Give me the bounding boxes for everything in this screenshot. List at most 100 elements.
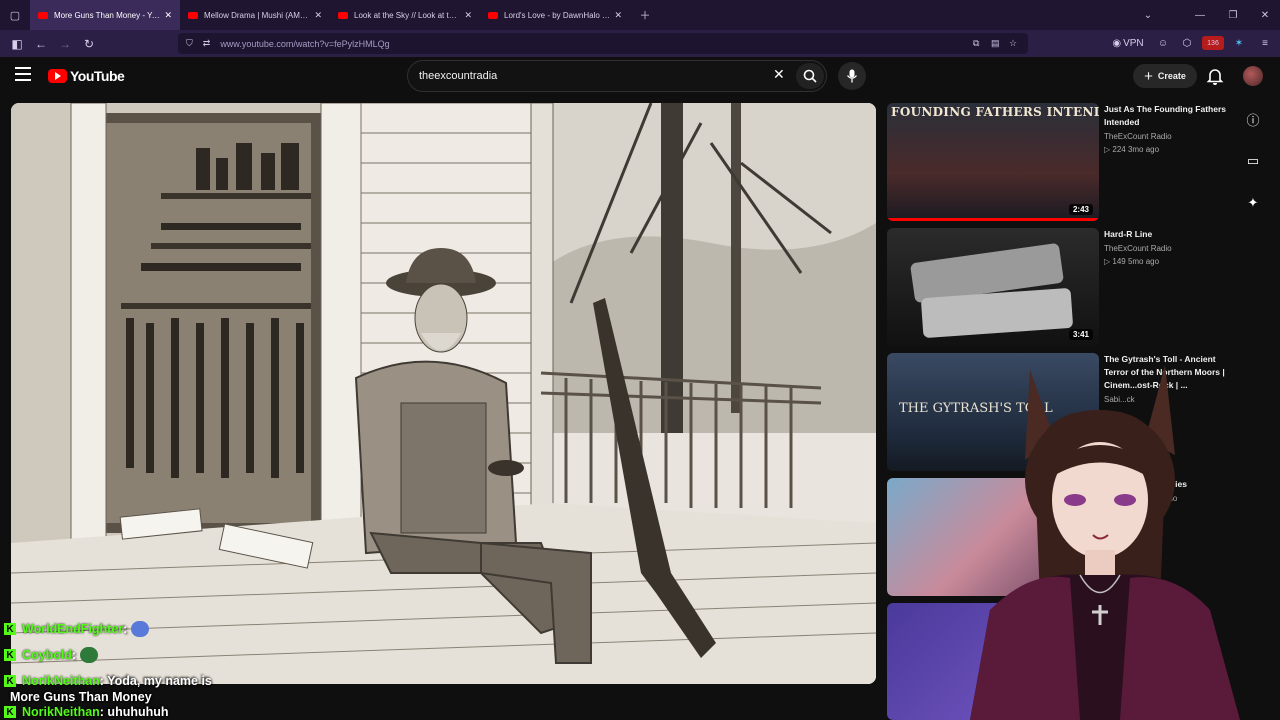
new-tab-icon[interactable]: ＋ — [630, 0, 660, 30]
duration-badge: 2:43 — [1068, 204, 1093, 215]
close-tab-icon[interactable]: ✕ — [314, 10, 322, 21]
chat-message: K NorikNeithan : uhuhuhuh — [0, 704, 300, 720]
browser-nav-bar: ◧ ← → ↻ ⛉ ⇄ www.youtube.com/watch?v=fePy… — [0, 30, 1280, 57]
chat-text: More Guns Than Money — [10, 690, 152, 704]
recommendation-channel: TheExCount Radio — [1104, 132, 1172, 141]
recommendation-title: Hard-R Line — [1104, 229, 1153, 239]
notification-badge[interactable]: 136 — [1202, 36, 1224, 50]
recommendation-meta[interactable]: Just As The Founding Fathers Intended Th… — [1104, 103, 1234, 156]
url-text: www.youtube.com/watch?v=fePylzHMLQg — [220, 38, 390, 49]
search-input[interactable]: theexcountradia — [407, 60, 827, 92]
chat-username: NorikNeithan — [22, 705, 100, 719]
address-bar[interactable]: ⛉ ⇄ www.youtube.com/watch?v=fePylzHMLQg … — [178, 33, 1028, 54]
menu-icon[interactable]: ≡ — [1256, 30, 1274, 57]
tab-title: Look at the Sky // Look at the S — [354, 10, 461, 20]
screenshot-icon[interactable]: ⧉ — [973, 38, 979, 49]
kick-badge-icon: K — [4, 623, 16, 635]
vpn-icon: ◉ — [1112, 38, 1122, 49]
ask-sparkle-icon[interactable]: ✦ — [1244, 194, 1262, 212]
site-settings-icon[interactable]: ⇄ — [203, 38, 211, 49]
hamburger-menu-icon[interactable] — [15, 67, 31, 81]
comments-icon[interactable]: ▭ — [1244, 152, 1262, 170]
close-tab-icon[interactable]: ✕ — [164, 10, 172, 21]
microphone-icon — [846, 69, 858, 83]
voice-search-button[interactable] — [838, 62, 866, 90]
account-icon[interactable]: ☺ — [1154, 30, 1172, 57]
shield-icon: ⛉ — [186, 38, 193, 48]
vpn-button[interactable]: ◉ VPN — [1110, 30, 1146, 57]
tab-title: More Guns Than Money - YouTube — [54, 10, 161, 20]
emote-icon — [80, 647, 99, 663]
recommendation-title: Just As The Founding Fathers Intended — [1104, 104, 1226, 127]
stream-chat-overlay: K WorldEndFighter : K Coybold : K NorikN… — [0, 616, 300, 720]
recommendation-channel: TheExCount Radio — [1104, 244, 1172, 253]
video-player[interactable] — [11, 103, 876, 684]
minimize-icon[interactable]: — — [1183, 0, 1217, 30]
chat-username: NorikNeithan — [22, 674, 100, 688]
kick-badge-icon: K — [4, 649, 16, 661]
youtube-play-logo-icon — [48, 69, 67, 83]
vtuber-avatar-overlay — [970, 365, 1240, 720]
chat-message: K Coybold : — [0, 642, 300, 668]
tab-list-chevron-icon[interactable]: ⌄ — [1131, 0, 1165, 30]
notifications-bell-icon[interactable] — [1205, 66, 1225, 86]
clear-search-icon[interactable]: ✕ — [773, 66, 785, 83]
create-label: Create — [1157, 71, 1186, 81]
youtube-favicon-icon — [338, 11, 348, 19]
emote-icon — [131, 621, 150, 637]
extensions-icon[interactable]: ⬡ — [1178, 30, 1196, 57]
youtube-favicon-icon — [38, 11, 48, 19]
aria-icon[interactable]: ✶ — [1230, 30, 1248, 57]
chat-text: : uhuhuhuh — [99, 705, 169, 719]
chat-message-continued: More Guns Than Money — [0, 690, 300, 704]
video-frame-illustration — [11, 103, 876, 684]
close-window-icon[interactable]: ✕ — [1248, 0, 1280, 30]
chat-text: : Yoda, my name is — [99, 674, 212, 688]
plus-icon: + — [1144, 67, 1153, 85]
back-icon[interactable]: ← — [29, 30, 53, 57]
kick-badge-icon: K — [4, 706, 16, 718]
info-icon[interactable]: ⓘ — [1244, 110, 1262, 128]
close-tab-icon[interactable]: ✕ — [614, 10, 622, 21]
chat-message: K WorldEndFighter : — [0, 616, 300, 642]
browser-tab-bar: ▢ More Guns Than Money - YouTube ✕ Mello… — [0, 0, 1280, 30]
chat-text: : — [72, 648, 77, 662]
youtube-favicon-icon — [188, 11, 198, 19]
search-value: theexcountradia — [419, 70, 498, 82]
tab-title: Mellow Drama | Mushi (AMV) (E — [204, 10, 311, 20]
recommendation-thumbnail[interactable]: FOUNDING FATHERS INTENDED 2:43 — [887, 103, 1099, 221]
search-icon — [803, 69, 817, 83]
youtube-logo[interactable]: YouTube — [48, 68, 125, 84]
tab-look-at-the-sky[interactable]: Look at the Sky // Look at the S ✕ — [330, 0, 480, 30]
recommendation-meta[interactable]: Hard-R Line TheExCount Radio ▷ 149 5mo a… — [1104, 228, 1234, 268]
youtube-wordmark: YouTube — [70, 68, 125, 84]
recommendation-stats: ▷ 224 3mo ago — [1104, 145, 1160, 154]
tab-mellow-drama[interactable]: Mellow Drama | Mushi (AMV) (E ✕ — [180, 0, 330, 30]
create-button[interactable]: + Create — [1133, 64, 1197, 88]
forward-icon[interactable]: → — [53, 30, 77, 57]
user-avatar[interactable] — [1243, 66, 1263, 86]
recommendation-stats: ▷ 149 5mo ago — [1104, 257, 1160, 266]
tab-more-guns[interactable]: More Guns Than Money - YouTube ✕ — [30, 0, 180, 30]
duration-badge: 3:41 — [1068, 329, 1093, 340]
sidebar-toggle-icon[interactable]: ◧ — [5, 30, 29, 57]
bookmark-star-icon[interactable]: ☆ — [1009, 38, 1017, 49]
tab-manager-icon[interactable]: ▢ — [0, 0, 30, 30]
close-tab-icon[interactable]: ✕ — [464, 10, 472, 21]
reload-icon[interactable]: ↻ — [77, 30, 101, 57]
chat-username: WorldEndFighter — [22, 622, 124, 636]
kick-badge-icon: K — [4, 675, 16, 687]
vpn-label: VPN — [1123, 38, 1144, 49]
thumbnail-title-text: FOUNDING FATHERS INTENDED — [891, 105, 1099, 119]
youtube-masthead: YouTube theexcountradia ✕ + Create — [0, 57, 1280, 95]
chat-username: Coybold — [22, 648, 72, 662]
watched-progress-bar — [887, 218, 1099, 221]
tab-title: Lord's Love - by DawnHalo - Yo — [504, 10, 611, 20]
tab-lords-love[interactable]: Lord's Love - by DawnHalo - Yo ✕ — [480, 0, 630, 30]
youtube-favicon-icon — [488, 11, 498, 19]
restore-icon[interactable]: ❐ — [1216, 0, 1250, 30]
search-button[interactable] — [796, 63, 824, 89]
recommendation-thumbnail[interactable]: 3:41 — [887, 228, 1099, 346]
reader-icon[interactable]: ▤ — [991, 38, 1000, 49]
chat-text: : — [123, 622, 128, 636]
